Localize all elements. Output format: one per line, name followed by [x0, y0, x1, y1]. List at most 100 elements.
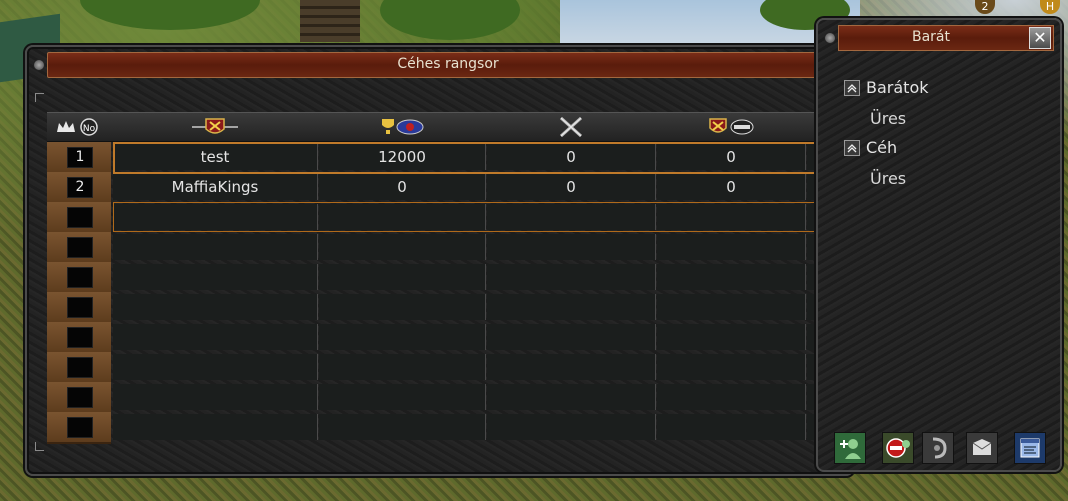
window-settings-button[interactable] [1014, 432, 1046, 464]
cell-c3 [487, 204, 656, 230]
frame-corner-bottom-left [35, 442, 44, 451]
title-knob-icon [33, 59, 45, 71]
friend-group-empty: Üres [870, 109, 907, 128]
close-button[interactable]: ✕ [1029, 27, 1051, 49]
shield-defense-icon [709, 118, 754, 135]
add-friend-icon [840, 439, 861, 459]
cell-c3 [487, 264, 656, 290]
cell-name [113, 234, 318, 260]
table-row[interactable] [47, 202, 848, 234]
cell-score [319, 294, 486, 320]
guild-ranking-titlebar[interactable]: Céhes rangsor [47, 52, 849, 78]
cell-score [319, 234, 486, 260]
cell-name [113, 324, 318, 350]
title-knob-icon [824, 32, 836, 44]
table-row[interactable] [47, 262, 848, 294]
cell-name [113, 204, 318, 230]
rank-number [67, 417, 93, 438]
trophy-icon [382, 119, 424, 135]
svg-text:No: No [83, 124, 96, 134]
table-row[interactable]: 1 test 12000 0 0 [47, 142, 849, 174]
block-friend-button[interactable] [882, 432, 914, 464]
cell-score: 12000 [319, 144, 486, 170]
guild-emblem-icon [192, 118, 238, 134]
whisper-icon [932, 437, 947, 459]
cell-c4: 0 [657, 144, 806, 170]
cell-c4 [657, 384, 806, 410]
mail-button[interactable] [966, 432, 998, 464]
rank-number [67, 297, 93, 318]
points-column-header[interactable] [319, 113, 485, 141]
friend-group-label: Céh [866, 138, 898, 157]
collapse-icon[interactable] [844, 139, 860, 156]
background-tree [380, 0, 520, 40]
cell-name: MaffiaKings [113, 174, 318, 200]
frame-corner-top-left [35, 93, 44, 102]
cell-name [113, 294, 318, 320]
rank-cell [47, 232, 111, 264]
table-row[interactable] [47, 232, 848, 264]
cell-name [113, 264, 318, 290]
friend-group-empty: Üres [870, 169, 907, 188]
add-friend-button[interactable] [834, 432, 866, 464]
rank-column-header[interactable]: No [47, 113, 111, 141]
cell-name [113, 354, 318, 380]
friend-group-label: Barátok [866, 78, 929, 97]
cell-score [319, 354, 486, 380]
cell-score [319, 324, 486, 350]
defense-column-header[interactable] [657, 113, 805, 141]
crossed-swords-icon [559, 116, 583, 138]
rank-number [67, 237, 93, 258]
table-row[interactable]: 2 MaffiaKings 0 0 0 [47, 172, 848, 204]
background-temple [300, 0, 360, 42]
table-row[interactable] [47, 382, 848, 414]
close-icon: ✕ [1033, 28, 1047, 47]
cell-c4 [657, 324, 806, 350]
cell-c4 [657, 234, 806, 260]
friend-group-friends[interactable]: Barátok [844, 78, 929, 97]
rank-cell [47, 352, 111, 384]
collapse-icon[interactable] [844, 79, 860, 96]
cell-name: test [113, 144, 318, 170]
cell-score [319, 414, 486, 440]
cell-c3 [487, 414, 656, 440]
cell-c3 [487, 234, 656, 260]
rank-number: 2 [67, 177, 93, 198]
cell-c3 [487, 354, 656, 380]
guild-ranking-table: No 1 test 12000 0 0 2 MaffiaKings 0 0 0 [47, 112, 849, 444]
friend-titlebar[interactable]: Barát ✕ [838, 25, 1054, 51]
hud-badge-left[interactable]: 2 [975, 0, 995, 14]
table-row[interactable] [47, 292, 848, 324]
cell-c4 [657, 264, 806, 290]
cell-c4 [657, 294, 806, 320]
table-header: No [47, 112, 847, 142]
hud-badge-right[interactable]: H [1040, 0, 1060, 14]
cell-name [113, 414, 318, 440]
cell-c3: 0 [487, 174, 656, 200]
rank-cell [47, 322, 111, 354]
cell-c3 [487, 384, 656, 410]
friend-window: Barát ✕ Barátok Üres Céh Üres [816, 18, 1062, 472]
rank-cell [47, 382, 111, 414]
rank-cell [47, 202, 111, 234]
table-row[interactable] [47, 352, 848, 384]
guild-name-column-header[interactable] [113, 113, 317, 141]
table-row[interactable] [47, 322, 848, 354]
background-tree [80, 0, 260, 30]
table-row[interactable] [47, 412, 848, 444]
whisper-button[interactable] [922, 432, 954, 464]
rank-number [67, 327, 93, 348]
friend-group-guild[interactable]: Céh [844, 138, 897, 157]
friend-window-title: Barát [911, 29, 950, 45]
cell-c4 [657, 204, 806, 230]
block-icon [886, 438, 910, 458]
settings-window-icon [1020, 438, 1040, 458]
cell-c4 [657, 414, 806, 440]
rank-cell [47, 262, 111, 294]
cell-score: 0 [319, 174, 486, 200]
guild-ranking-title: Céhes rangsor [397, 56, 499, 72]
crown-number-icon: No [57, 118, 98, 136]
rank-cell [47, 412, 111, 444]
cell-score [319, 204, 486, 230]
wins-column-header[interactable] [487, 113, 655, 141]
